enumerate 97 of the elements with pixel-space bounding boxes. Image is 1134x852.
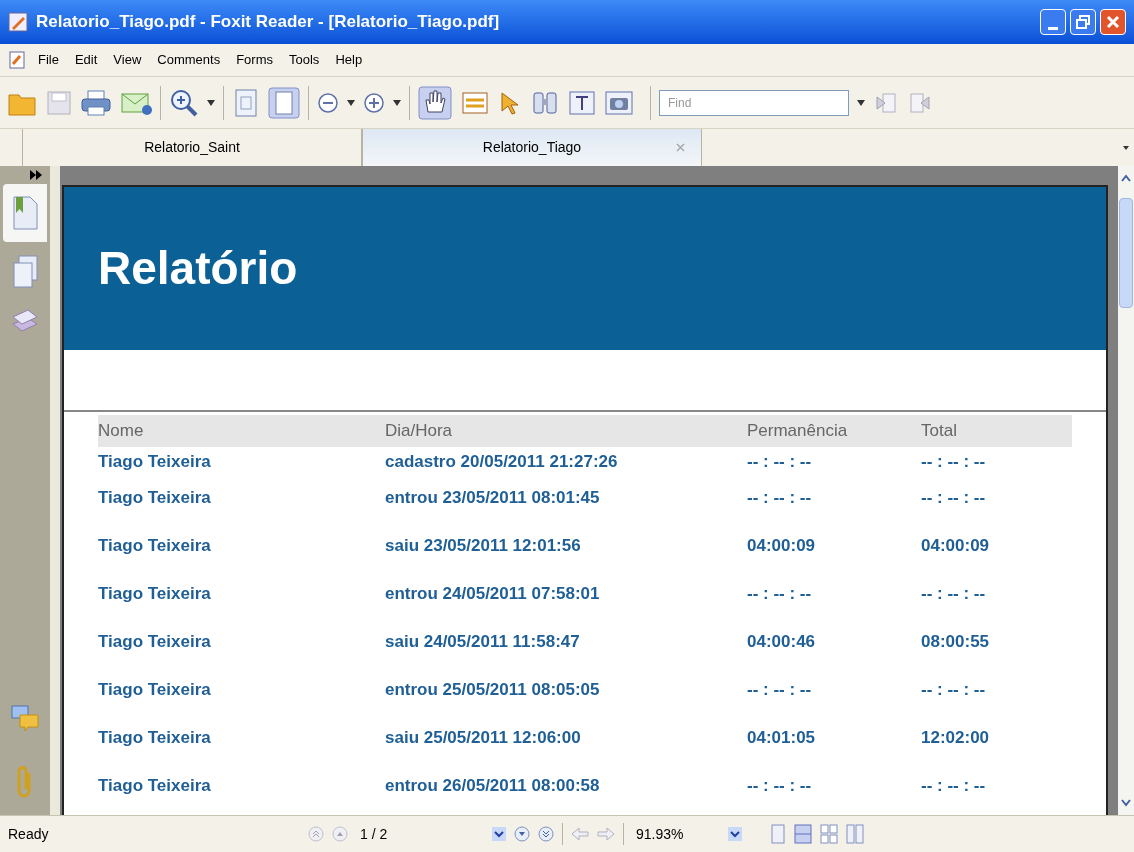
next-page-icon[interactable]	[514, 826, 530, 842]
close-tab-icon[interactable]	[676, 143, 685, 152]
find-field[interactable]: Find	[659, 89, 849, 116]
minimize-icon	[1048, 27, 1058, 30]
tab[interactable]: Relatorio_Tiago	[362, 129, 702, 166]
table-cell-text: -- : -- : --	[747, 775, 813, 797]
table-cell-text: -- : -- : --	[747, 679, 813, 701]
report-heading: Relatório	[98, 241, 298, 296]
scrollbar[interactable]	[1118, 166, 1134, 815]
pages-icon[interactable]	[11, 254, 39, 290]
column-header: Dia/Hora	[385, 420, 454, 443]
table-cell-text: saiu 25/05/2011 12:06:00	[385, 727, 582, 749]
hand-icon[interactable]	[418, 85, 452, 120]
table-cell-text: 04:01:05	[747, 727, 817, 749]
table-cell-text: -- : -- : --	[921, 451, 987, 473]
column-header: Total	[921, 420, 958, 443]
minimize-button[interactable]	[1040, 9, 1066, 35]
table-cell-text: 04:00:09	[921, 535, 991, 557]
table-cell-text: -- : -- : --	[747, 583, 813, 605]
table-cell-text: Tiago Teixeira	[98, 583, 212, 605]
table-cell-text: -- : -- : --	[921, 775, 987, 797]
table-cell-text: Tiago Teixeira	[98, 451, 212, 473]
document-icon	[8, 51, 26, 69]
restore-button[interactable]	[1070, 9, 1096, 35]
table-cell-text: 04:00:09	[747, 535, 817, 557]
menu-item[interactable]: Forms	[236, 50, 273, 70]
pencil-icon	[8, 12, 28, 32]
scroll-up-icon[interactable]	[1121, 174, 1131, 182]
forward-arrow-icon[interactable]	[597, 827, 615, 841]
table-cell-text: entrou 26/05/2011 08:00:58	[385, 775, 601, 797]
back-arrow-icon[interactable]	[571, 827, 589, 841]
single-page-icon[interactable]	[770, 824, 786, 844]
zoom-in-icon[interactable]	[169, 87, 199, 118]
page-icon[interactable]	[268, 86, 300, 119]
caret-icon	[1123, 145, 1129, 150]
zoom-field[interactable]: 91.93%	[632, 822, 742, 846]
floppy-icon[interactable]	[46, 88, 72, 117]
scroll-down-icon[interactable]	[1121, 799, 1131, 807]
zoom-in-icon[interactable]	[363, 91, 385, 114]
zoom-value: 91.93%	[636, 824, 684, 844]
table-cell-text: -- : -- : --	[747, 451, 813, 473]
table-cell-text: Tiago Teixeira	[98, 487, 212, 509]
facing-pages-icon[interactable]	[820, 824, 838, 844]
caret-icon[interactable]	[207, 99, 215, 106]
find-next-icon[interactable]	[907, 90, 933, 115]
menu-item[interactable]: View	[113, 50, 142, 70]
table-cell-text: -- : -- : --	[747, 487, 813, 509]
table-cell-text: Tiago Teixeira	[98, 631, 212, 653]
table-cell-text: entrou 25/05/2011 08:05:05	[385, 679, 601, 701]
table-cell-text: cadastro 20/05/2011 21:27:26	[385, 451, 619, 473]
caret-icon[interactable]	[347, 99, 355, 106]
close-icon	[1106, 15, 1120, 29]
caret-icon[interactable]	[393, 99, 401, 106]
find-previous-icon[interactable]	[873, 90, 899, 115]
table-cell-text: -- : -- : --	[921, 679, 987, 701]
table-cell-text: Tiago Teixeira	[98, 679, 212, 701]
text-icon[interactable]	[568, 88, 596, 117]
scroll-thumb[interactable]	[1119, 198, 1133, 308]
table-cell-text: 12:02:00	[921, 727, 991, 749]
restore-icon	[1076, 15, 1090, 29]
table-cell-text: Tiago Teixeira	[98, 727, 212, 749]
camera-icon[interactable]	[604, 88, 634, 117]
table-cell-text: Tiago Teixeira	[98, 775, 212, 797]
previous-page-icon[interactable]	[332, 826, 348, 842]
first-page-icon[interactable]	[308, 826, 324, 842]
menu-item[interactable]: Help	[335, 50, 363, 70]
table-cell-text: entrou 23/05/2011 08:01:45	[385, 487, 601, 509]
menu-item[interactable]: Comments	[157, 50, 221, 70]
column-header: Permanência	[747, 420, 849, 443]
zoom-out-icon[interactable]	[317, 91, 339, 114]
dropdown-icon[interactable]	[492, 827, 506, 841]
two-page-icon[interactable]	[846, 824, 864, 844]
table-cell-text: 08:00:55	[921, 631, 991, 653]
table-cell-text: 04:00:46	[747, 631, 817, 653]
table-cell-text: Tiago Teixeira	[98, 535, 212, 557]
table-cell-text: saiu 23/05/2011 12:01:56	[385, 535, 582, 557]
status-text: Ready	[8, 824, 50, 844]
menu-item[interactable]: File	[38, 50, 59, 70]
caret-icon[interactable]	[857, 99, 865, 106]
bookmark-page-icon	[11, 195, 39, 231]
page-number: 1 / 2	[360, 824, 388, 844]
table-cell-text: entrou 24/05/2011 07:58:01	[385, 583, 601, 605]
last-page-icon[interactable]	[538, 826, 554, 842]
table-cell-text: -- : -- : --	[921, 583, 987, 605]
table-cell-text: -- : -- : --	[921, 487, 987, 509]
menu-item[interactable]: Edit	[74, 50, 98, 70]
column-header: Nome	[98, 420, 145, 443]
dropdown-icon[interactable]	[728, 827, 742, 841]
menu-item[interactable]: Tools	[289, 50, 320, 70]
continuous-page-icon[interactable]	[794, 824, 812, 844]
page-icon[interactable]	[232, 87, 260, 118]
comments-icon[interactable]	[10, 703, 40, 733]
table-cell-text: saiu 24/05/2011 11:58:47	[385, 631, 581, 653]
window-title: Relatorio_Tiago.pdf - Foxit Reader - [Relatorio_Tiago.pdf]	[36, 11, 501, 34]
printer-icon[interactable]	[80, 88, 112, 117]
close-button[interactable]	[1100, 9, 1126, 35]
expand-icon[interactable]	[30, 170, 42, 180]
